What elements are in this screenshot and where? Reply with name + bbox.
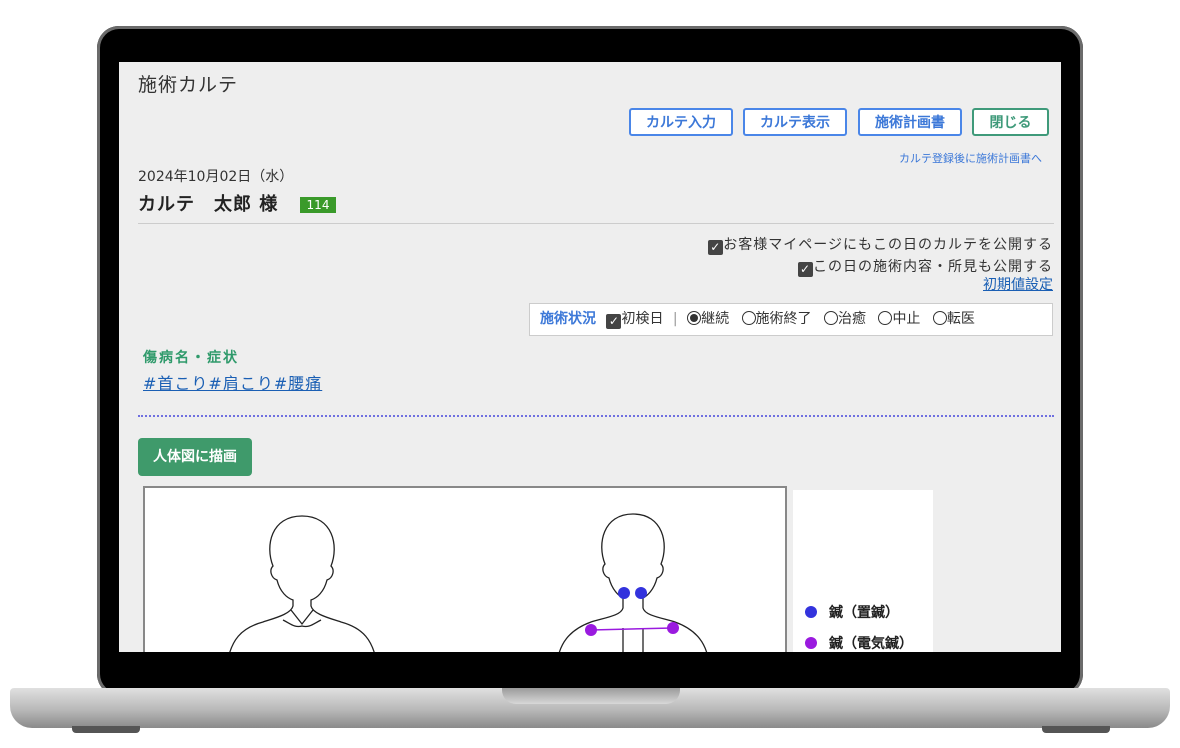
patient-name: カルテ 太郎 様 [138,194,279,215]
electro-needle-line [590,627,674,631]
needle-point-marker [618,587,630,599]
treatment-status-bar: 施術状況 ✓ 初検日 | 継続 施術終了 治癒 中止 転医 [529,303,1053,336]
radio-stopped-label: 中止 [892,311,921,327]
electro-needle-point-marker [667,622,679,634]
publish-mypage-row[interactable]: ✓ お客様マイページにもこの日のカルテを公開する [708,234,1053,255]
diagnosis-tags[interactable]: #首こり#肩こり#腰痛 [143,374,322,393]
publish-mypage-label: お客様マイページにもこの日のカルテを公開する [723,237,1053,253]
diagnosis-tags-link[interactable]: #首こり#肩こり#腰痛 [143,370,322,394]
radio-finished-label: 施術終了 [755,311,812,327]
first-visit-label: 初検日 [621,311,664,327]
karte-input-button[interactable]: カルテ入力 [629,108,733,136]
legend-item: 鍼（電気鍼） [805,633,913,652]
record-date: 2024年10月02日（水） [138,169,294,185]
legend-dot-icon [805,637,817,649]
body-chart-canvas[interactable] [143,486,787,652]
page-title: 施術カルテ [138,74,239,96]
status-separator: | [672,311,678,327]
laptop-notch [502,688,680,704]
section-divider [138,415,1054,417]
publish-findings-label: この日の施術内容・所見も公開する [813,259,1053,275]
radio-cured[interactable] [823,311,838,325]
radio-cured-label: 治癒 [837,311,866,327]
checkbox-checked-icon[interactable]: ✓ [798,262,813,277]
draw-on-body-button[interactable]: 人体図に描画 [138,438,252,476]
first-visit-checkbox-icon[interactable]: ✓ [606,314,622,329]
plan-hint: カルテ登録後に施術計画書へ [899,152,1042,165]
plan-button[interactable]: 施術計画書 [858,108,962,136]
radio-stopped[interactable] [878,311,893,325]
reset-defaults-label[interactable]: 初期値設定 [983,277,1053,293]
legend-label: 鍼（電気鍼） [829,636,913,652]
laptop-foot-right [1042,726,1110,733]
legend-label: 鍼（置鍼） [829,605,899,621]
body-chart-figures [229,513,708,652]
radio-finished[interactable] [741,311,756,325]
laptop-foot-left [72,726,140,733]
status-label: 施術状況 [540,311,596,327]
app-screen: 施術カルテ カルテ入力 カルテ表示 施術計画書 閉じる カルテ登録後に施術計画書… [119,62,1061,652]
needle-point-marker [635,587,647,599]
back-body-figure [558,513,708,652]
karte-view-button[interactable]: カルテ表示 [743,108,847,136]
radio-continue[interactable] [687,311,702,325]
diagnosis-heading: 傷病名・症状 [143,350,239,366]
legend-dot-icon [805,606,817,618]
front-body-figure [229,515,375,652]
divider [138,223,1054,224]
close-button[interactable]: 閉じる [972,108,1049,136]
body-chart-legend: 鍼（置鍼） 鍼（電気鍼） [793,490,933,652]
radio-transfer[interactable] [932,311,947,325]
electro-needle-point-marker [585,624,597,636]
radio-transfer-label: 転医 [946,311,975,327]
radio-continue-label: 継続 [701,311,730,327]
patient-number-badge: 114 [300,197,336,213]
checkbox-checked-icon[interactable]: ✓ [708,240,724,255]
legend-item: 鍼（置鍼） [805,602,899,622]
reset-defaults-link[interactable]: 初期値設定 [983,274,1053,294]
